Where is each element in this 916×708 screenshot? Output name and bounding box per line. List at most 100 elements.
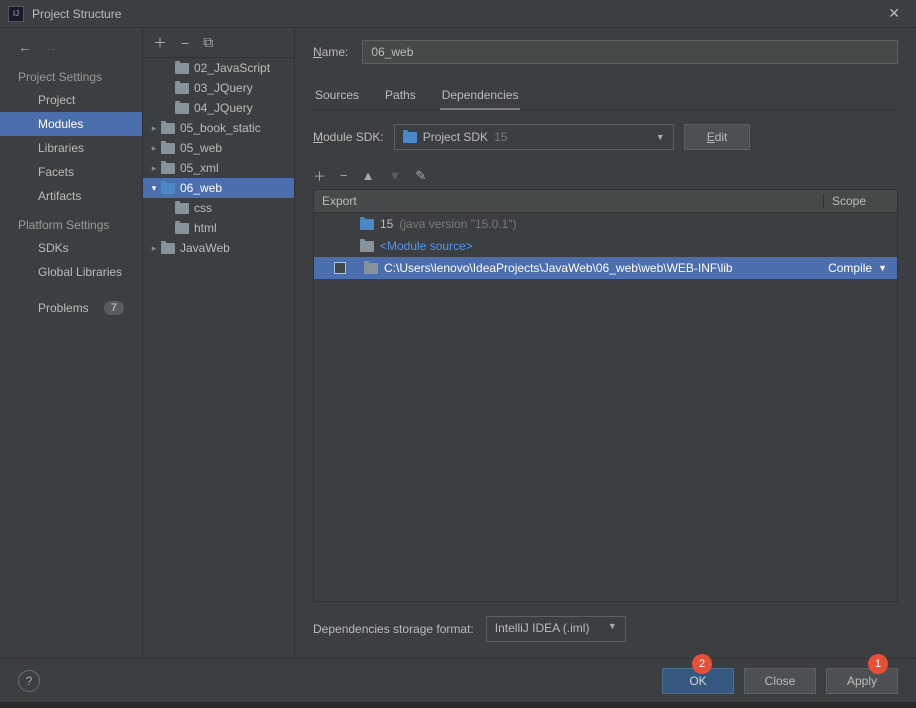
folder-icon: [161, 163, 175, 174]
folder-icon: [161, 243, 175, 254]
tree-label: css: [194, 201, 212, 215]
detail-panel: Name: Sources Paths Dependencies Module …: [295, 28, 916, 658]
dependency-text: 15: [380, 217, 393, 231]
sidebar-heading-platform: Platform Settings: [0, 208, 142, 236]
window-title: Project Structure: [32, 7, 880, 21]
edit-icon[interactable]: ✎: [415, 168, 426, 184]
sidebar-item-facets[interactable]: Facets: [0, 160, 142, 184]
dependency-row[interactable]: 15 (java version "15.0.1"): [314, 213, 897, 235]
titlebar: IJ Project Structure ✕: [0, 0, 916, 28]
chevron-icon: ▸: [147, 123, 161, 134]
tree-label: 05_book_static: [180, 121, 261, 135]
tree-item[interactable]: ▸ 05_xml: [143, 158, 294, 178]
annotation-badge-2: 2: [692, 654, 712, 674]
col-export: Export: [314, 194, 824, 208]
taskbar: [0, 702, 916, 708]
source-icon: [360, 241, 374, 252]
edit-sdk-button[interactable]: Edit: [684, 124, 751, 150]
folder-icon: [175, 83, 189, 94]
apply-button[interactable]: Apply: [826, 668, 898, 694]
problems-badge: 7: [104, 301, 124, 315]
close-icon[interactable]: ✕: [880, 1, 908, 26]
tab-paths[interactable]: Paths: [383, 82, 418, 109]
chevron-icon: ▾: [147, 183, 161, 194]
tree-label: 05_xml: [180, 161, 219, 175]
folder-icon: [161, 183, 175, 194]
help-button[interactable]: ?: [18, 670, 40, 692]
add-icon[interactable]: ＋: [313, 166, 326, 185]
export-checkbox[interactable]: [334, 262, 346, 274]
sidebar-item-libraries[interactable]: Libraries: [0, 136, 142, 160]
name-label: Name:: [313, 45, 348, 59]
tree-label: 04_JQuery: [194, 101, 253, 115]
add-icon[interactable]: ＋: [153, 33, 167, 53]
tab-sources[interactable]: Sources: [313, 82, 361, 109]
chevron-icon: ▸: [147, 163, 161, 174]
sidebar-item-artifacts[interactable]: Artifacts: [0, 184, 142, 208]
col-scope: Scope: [824, 194, 897, 208]
tree-label: 05_web: [180, 141, 222, 155]
folder-icon: [161, 123, 175, 134]
dependency-toolbar: ＋ − ▲ ▼ ✎: [313, 162, 898, 189]
storage-format-select[interactable]: IntelliJ IDEA (.iml) ▼: [486, 616, 626, 642]
down-icon: ▼: [388, 168, 401, 183]
dependency-text: C:\Users\lenovo\IdeaProjects\JavaWeb\06_…: [384, 261, 733, 275]
tree-label: html: [194, 221, 217, 235]
module-name-input[interactable]: [362, 40, 898, 64]
sidebar-heading-project: Project Settings: [0, 60, 142, 88]
tree-item[interactable]: ▾ 06_web: [143, 178, 294, 198]
module-sdk-label: Module SDK:: [313, 130, 384, 144]
tree-item[interactable]: ▸ 05_web: [143, 138, 294, 158]
sdk-folder-icon: [403, 132, 417, 143]
sidebar-item-project[interactable]: Project: [0, 88, 142, 112]
sidebar-item-problems[interactable]: Problems 7: [0, 296, 142, 320]
tree-item[interactable]: css: [143, 198, 294, 218]
sidebar-item-modules[interactable]: Modules: [0, 112, 142, 136]
tree-label: JavaWeb: [180, 241, 230, 255]
sidebar: ← → Project Settings ProjectModulesLibra…: [0, 28, 143, 658]
storage-format-label: Dependencies storage format:: [313, 622, 474, 636]
sdk-icon: [360, 219, 374, 230]
remove-icon[interactable]: −: [340, 168, 348, 183]
sidebar-item-global-libraries[interactable]: Global Libraries: [0, 260, 142, 284]
module-sdk-select[interactable]: Project SDK 15 ▼: [394, 124, 674, 150]
chevron-down-icon: ▼: [608, 621, 617, 631]
remove-icon[interactable]: −: [181, 35, 189, 51]
chevron-icon: ▸: [147, 243, 161, 254]
tree-item[interactable]: 04_JQuery: [143, 98, 294, 118]
tree-label: 06_web: [180, 181, 222, 195]
up-icon[interactable]: ▲: [362, 168, 375, 183]
dependency-table[interactable]: 15 (java version "15.0.1") <Module source…: [313, 213, 898, 602]
library-icon: [364, 263, 378, 274]
module-tree: ＋ − ⧉ 02_JavaScript 03_JQuery 04_JQuery ▸ 05…: [143, 28, 295, 658]
tree-item[interactable]: 02_JavaScript: [143, 58, 294, 78]
copy-icon[interactable]: ⧉: [203, 34, 213, 51]
folder-icon: [175, 223, 189, 234]
dependency-text: <Module source>: [380, 239, 473, 253]
version-text: (java version "15.0.1"): [399, 217, 516, 231]
nav-back-icon[interactable]: ←: [18, 39, 32, 55]
dependency-table-header: Export Scope: [313, 189, 898, 213]
folder-icon: [175, 103, 189, 114]
folder-icon: [161, 143, 175, 154]
folder-icon: [175, 203, 189, 214]
chevron-down-icon: ▼: [878, 263, 887, 273]
dependency-row[interactable]: C:\Users\lenovo\IdeaProjects\JavaWeb\06_…: [314, 257, 897, 279]
tree-item[interactable]: ▸ JavaWeb: [143, 238, 294, 258]
tree-item[interactable]: html: [143, 218, 294, 238]
problems-label: Problems: [38, 301, 89, 315]
chevron-down-icon: ▼: [656, 132, 665, 142]
tree-item[interactable]: ▸ 05_book_static: [143, 118, 294, 138]
tree-item[interactable]: 03_JQuery: [143, 78, 294, 98]
sidebar-item-sdks[interactable]: SDKs: [0, 236, 142, 260]
annotation-badge-1: 1: [868, 654, 888, 674]
scope-select[interactable]: Compile▼: [828, 261, 887, 275]
tree-label: 02_JavaScript: [194, 61, 270, 75]
tab-dependencies[interactable]: Dependencies: [440, 82, 521, 110]
tree-label: 03_JQuery: [194, 81, 253, 95]
chevron-icon: ▸: [147, 143, 161, 154]
tree-toolbar: ＋ − ⧉: [143, 28, 294, 58]
dependency-row[interactable]: <Module source>: [314, 235, 897, 257]
cancel-button[interactable]: Close: [744, 668, 816, 694]
app-icon: IJ: [8, 6, 24, 22]
